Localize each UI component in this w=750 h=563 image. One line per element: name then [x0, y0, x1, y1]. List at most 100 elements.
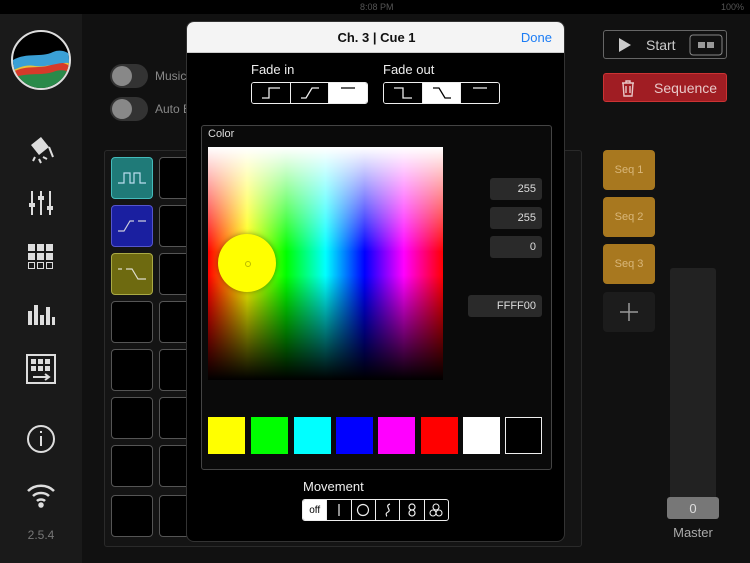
fade-step-icon: [261, 87, 280, 99]
movement-wave-option[interactable]: [376, 500, 401, 520]
equalizer-icon: [28, 305, 55, 325]
green-value-field[interactable]: 255: [490, 207, 542, 229]
swatch-black[interactable]: [505, 417, 542, 454]
status-time: 8:08 PM: [360, 2, 394, 12]
fade-in-step-option[interactable]: [252, 83, 291, 103]
auto-toggle-row: Auto B: [110, 97, 191, 121]
color-picker-field[interactable]: [208, 147, 443, 380]
app-logo[interactable]: [11, 30, 71, 90]
start-button[interactable]: Start: [603, 30, 727, 59]
fade-ramp-icon: [118, 220, 146, 232]
modal-title: Ch. 3 | Cue 1: [337, 30, 416, 45]
movement-circle-option[interactable]: [352, 500, 376, 520]
music-toggle[interactable]: [110, 64, 148, 88]
swatch-white[interactable]: [463, 417, 500, 454]
swatch-yellow[interactable]: [208, 417, 245, 454]
cue-cell[interactable]: [111, 445, 153, 487]
music-toggle-row: Music: [110, 64, 186, 88]
cluster-icon: [429, 503, 443, 517]
loop-icon: [689, 34, 723, 55]
music-toggle-label: Music: [155, 69, 187, 83]
fade-out-none-option[interactable]: [461, 83, 499, 103]
sequence-grid-icon: [26, 354, 56, 384]
start-label: Start: [646, 36, 676, 53]
red-value-field[interactable]: 255: [490, 178, 542, 200]
wifi-icon: [27, 484, 55, 508]
fade-in-none-option[interactable]: [329, 83, 367, 103]
fade-out-step-option[interactable]: [384, 83, 423, 103]
sequence-grid-tool-button[interactable]: [22, 350, 60, 388]
cue-cell[interactable]: [111, 253, 153, 295]
master-slider-track[interactable]: [670, 268, 716, 518]
wave-icon: [385, 503, 390, 517]
mixer-tool-button[interactable]: [22, 184, 60, 222]
fade-ramp-icon: [300, 87, 319, 99]
movement-selector: off: [302, 499, 449, 521]
seq-button-2[interactable]: Seq 2: [603, 197, 655, 237]
plus-icon: [620, 303, 638, 321]
fade-out-ramp-option[interactable]: [422, 83, 462, 103]
add-sequence-button[interactable]: [603, 292, 655, 332]
line-icon: [338, 504, 340, 516]
fade-in-label: Fade in: [251, 62, 295, 77]
auto-toggle[interactable]: [110, 97, 148, 121]
fade-in-selector: [251, 82, 368, 104]
swatch-blue[interactable]: [336, 417, 373, 454]
movement-line-option[interactable]: [327, 500, 352, 520]
cue-cell[interactable]: [111, 495, 153, 537]
fade-step-icon: [118, 172, 146, 184]
seq-button-1[interactable]: Seq 1: [603, 150, 655, 190]
fade-out-label: Fade out: [383, 62, 435, 77]
cue-cell[interactable]: [111, 157, 153, 199]
sequence-button[interactable]: Sequence: [603, 73, 727, 102]
cue-cell[interactable]: [111, 349, 153, 391]
movement-cluster-option[interactable]: [425, 500, 448, 520]
sequence-label: Sequence: [654, 79, 718, 96]
fade-out-selector: [383, 82, 500, 104]
trash-icon: [622, 79, 634, 97]
blue-value-field[interactable]: 0: [490, 236, 542, 258]
fade-step-down-icon: [393, 87, 412, 99]
info-icon: [27, 425, 55, 453]
cue-editor-modal: Ch. 3 | Cue 1 Done Fade in Fade out Colo…: [186, 21, 565, 542]
fade-flat-icon: [341, 87, 356, 89]
fade-flat-icon: [473, 87, 488, 89]
info-button[interactable]: [22, 420, 60, 458]
grid-tool-button[interactable]: [22, 238, 60, 276]
left-toolbar: 2.5.4: [0, 14, 82, 563]
modal-header: Ch. 3 | Cue 1 Done: [187, 22, 564, 53]
movement-figure-eight-option[interactable]: [400, 500, 425, 520]
swatch-red[interactable]: [421, 417, 458, 454]
movement-label: Movement: [303, 479, 364, 494]
swatch-magenta[interactable]: [378, 417, 415, 454]
equalizer-tool-button[interactable]: [22, 294, 60, 332]
play-icon: [619, 37, 631, 52]
master-label: Master: [673, 525, 713, 540]
wifi-button[interactable]: [22, 476, 60, 514]
fixture-tool-button[interactable]: [22, 130, 60, 168]
figure-eight-icon: [408, 503, 416, 517]
status-battery: 100%: [720, 2, 744, 12]
status-bar: 8:08 PM 100%: [0, 0, 750, 14]
hex-value-field[interactable]: FFFF00: [468, 295, 542, 317]
cue-cell[interactable]: [111, 205, 153, 247]
fade-in-ramp-option[interactable]: [290, 83, 330, 103]
cue-cell[interactable]: [111, 301, 153, 343]
color-picker-handle[interactable]: [218, 234, 276, 292]
cue-cell[interactable]: [111, 397, 153, 439]
paint-bucket-icon: [31, 137, 54, 164]
movement-off-option[interactable]: off: [303, 500, 328, 520]
circle-icon: [357, 503, 370, 517]
color-label: Color: [208, 128, 235, 140]
swatch-green[interactable]: [251, 417, 288, 454]
seq-button-3[interactable]: Seq 3: [603, 244, 655, 284]
color-section: Color 255 255 0 FFFF00: [201, 125, 552, 470]
done-button[interactable]: Done: [521, 22, 552, 53]
fade-ramp-down-icon: [432, 87, 451, 99]
sliders-icon: [29, 191, 53, 215]
fade-down-icon: [118, 268, 146, 280]
grid-icon: [28, 244, 53, 269]
master-slider-handle[interactable]: 0: [667, 497, 719, 519]
swatch-cyan[interactable]: [294, 417, 331, 454]
app-version: 2.5.4: [27, 528, 55, 542]
